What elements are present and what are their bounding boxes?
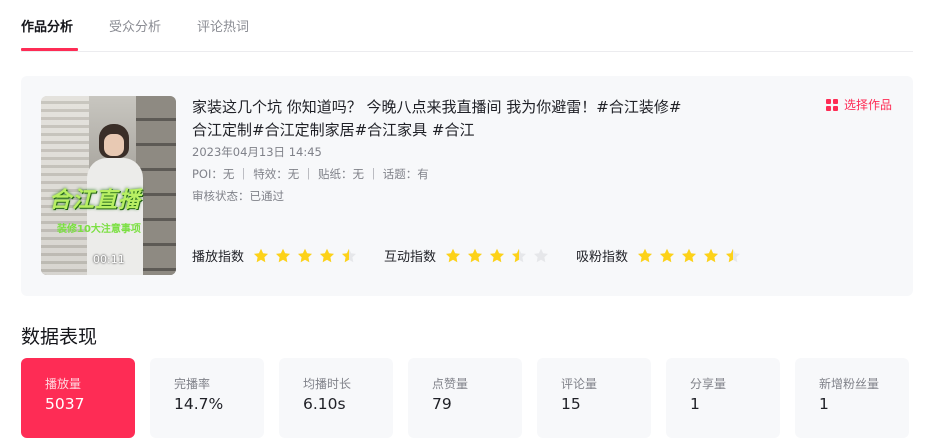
work-review-status: 审核状态：已通过 (192, 189, 284, 203)
grid-icon (825, 98, 838, 111)
metric-label: 新增粉丝量 (819, 377, 880, 391)
star-full-icon (660, 248, 675, 262)
metric-card-shares[interactable]: 分享量 1 (666, 358, 780, 438)
star-full-icon (682, 248, 697, 262)
metric-label: 完播率 (174, 377, 211, 391)
work-meta-info: POI：无 ｜ 特效：无 ｜ 贴纸：无 ｜ 话题：有 (192, 167, 429, 181)
metric-value: 1 (690, 395, 700, 413)
work-publish-date: 2023年04月13日 14:45 (192, 145, 322, 159)
star-full-icon (298, 248, 313, 262)
thumbnail-overlay-title: 合江直播 (49, 188, 142, 213)
tab-work-analysis[interactable]: 作品分析 (21, 16, 73, 35)
star-full-icon (490, 248, 505, 262)
metric-value: 5037 (45, 395, 85, 413)
index-ratings: 播放指数 互动指数 吸粉指数 (192, 246, 752, 268)
video-duration: 00:11 (93, 253, 125, 266)
video-thumbnail[interactable]: 合江直播 装修10大注意事项 00:11 (41, 96, 176, 275)
star-full-icon (254, 248, 269, 262)
thumbnail-person-face (104, 134, 124, 156)
star-half-icon (726, 248, 741, 262)
active-tab-indicator (21, 48, 78, 51)
metric-value: 79 (432, 395, 452, 413)
metric-value: 1 (819, 395, 829, 413)
metric-value: 6.10s (303, 395, 346, 413)
play-index: 播放指数 (192, 246, 363, 265)
play-index-stars (253, 248, 363, 264)
tab-audience-analysis[interactable]: 受众分析 (109, 16, 161, 35)
star-full-icon (468, 248, 483, 262)
play-index-label: 播放指数 (192, 250, 245, 265)
fan-gain-index: 吸粉指数 (576, 246, 747, 265)
metric-label: 均播时长 (303, 377, 352, 391)
metric-card-likes[interactable]: 点赞量 79 (408, 358, 522, 438)
star-half-icon (342, 248, 357, 262)
star-half-icon (512, 248, 527, 262)
metric-card-completion-rate[interactable]: 完播率 14.7% (150, 358, 264, 438)
metric-label: 评论量 (561, 377, 598, 391)
metric-card-plays[interactable]: 播放量 5037 (21, 358, 135, 438)
tab-comment-keywords[interactable]: 评论热词 (197, 16, 249, 35)
star-full-icon (320, 248, 335, 262)
metric-card-comments[interactable]: 评论量 15 (537, 358, 651, 438)
interaction-index: 互动指数 (384, 246, 555, 265)
star-full-icon (704, 248, 719, 262)
thumbnail-overlay-subtitle: 装修10大注意事项 (57, 224, 141, 235)
work-card: 合江直播 装修10大注意事项 00:11 家装这几个坑 你知道吗？ 今晚八点来我… (21, 76, 913, 296)
tab-bar: 作品分析 受众分析 评论热词 (21, 0, 913, 52)
interaction-index-stars (445, 248, 555, 264)
select-work-button[interactable]: 选择作品 (825, 96, 892, 113)
metric-value: 15 (561, 395, 581, 413)
metric-label: 点赞量 (432, 377, 469, 391)
star-full-icon (638, 248, 653, 262)
metric-label: 分享量 (690, 377, 727, 391)
metric-label: 播放量 (45, 377, 82, 391)
fan-gain-index-stars (637, 248, 747, 264)
metric-value: 14.7% (174, 395, 224, 413)
fan-gain-index-label: 吸粉指数 (576, 250, 629, 265)
interaction-index-label: 互动指数 (384, 250, 437, 265)
metric-cards: 播放量 5037 完播率 14.7% 均播时长 6.10s 点赞量 79 评论量… (21, 358, 913, 438)
star-full-icon (446, 248, 461, 262)
section-title-data-performance: 数据表现 (21, 326, 98, 348)
select-work-label: 选择作品 (843, 98, 892, 112)
star-full-icon (276, 248, 291, 262)
work-title: 家装这几个坑 你知道吗？ 今晚八点来我直播间 我为你避雷！#合江装修#合江定制#… (192, 98, 682, 139)
star-empty-icon (534, 248, 549, 262)
metric-card-new-followers[interactable]: 新增粉丝量 1 (795, 358, 909, 438)
metric-card-avg-play-time[interactable]: 均播时长 6.10s (279, 358, 393, 438)
